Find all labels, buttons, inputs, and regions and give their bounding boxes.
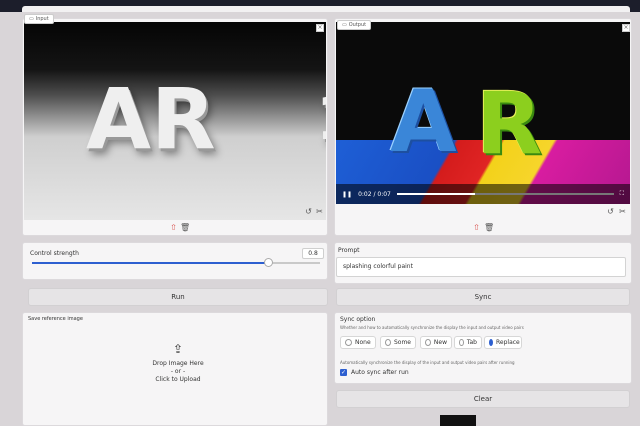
- upload-icon: ⇪: [172, 342, 184, 356]
- video-controls: ❚❚ 0:02 / 0:07 ⛶: [336, 184, 630, 204]
- page-top-edge: [22, 6, 630, 12]
- reference-label: Save reference image: [28, 316, 83, 322]
- auto-sync-description: Automatically synchronize the display of…: [340, 360, 515, 365]
- radio-label: Some: [393, 339, 411, 346]
- bottom-dark-element: [440, 415, 476, 426]
- fullscreen-icon[interactable]: ⛶: [620, 190, 624, 198]
- radio-label: Replace: [496, 339, 520, 346]
- drop-text: Drop Image Here: [152, 360, 204, 367]
- output-letter-r: R: [476, 74, 543, 174]
- radio-dot: [385, 339, 391, 346]
- control-strength-label: Control strength: [30, 250, 79, 257]
- crop-icon[interactable]: ✂: [618, 207, 627, 216]
- upload-icon[interactable]: ⇧: [169, 223, 178, 232]
- sync-button[interactable]: Sync: [336, 288, 630, 306]
- radio-new[interactable]: New: [420, 336, 452, 349]
- click-upload-text: Click to Upload: [155, 376, 201, 383]
- control-strength-slider[interactable]: [32, 258, 320, 267]
- radio-label: None: [355, 339, 371, 346]
- image-drop-zone[interactable]: ⇪ Drop Image Here - or - Click to Upload: [30, 334, 326, 414]
- video-time: 0:02 / 0:07: [358, 190, 391, 198]
- slider-fill: [32, 262, 269, 264]
- output-letter-a: A: [390, 72, 457, 172]
- sync-option-description: Whether and how to automatically synchro…: [340, 325, 524, 330]
- radio-label: Tab: [466, 339, 477, 346]
- radio-dot: [425, 339, 431, 346]
- output-label-text: Output: [348, 22, 367, 28]
- pause-icon[interactable]: ❚❚: [342, 191, 352, 198]
- radio-some[interactable]: Some: [380, 336, 416, 349]
- radio-none[interactable]: None: [340, 336, 376, 349]
- radio-dot: [459, 339, 464, 346]
- crop-icon[interactable]: ✂: [315, 207, 324, 216]
- output-video[interactable]: A R ❚❚ 0:02 / 0:07 ⛶: [336, 22, 630, 204]
- radio-replace[interactable]: Replace: [484, 336, 522, 349]
- trash-icon[interactable]: 🗑: [180, 223, 190, 232]
- sync-option-title: Sync option: [340, 316, 376, 323]
- input-label-text: Input: [35, 16, 49, 22]
- radio-tab[interactable]: Tab: [454, 336, 482, 349]
- control-panel: [22, 242, 328, 280]
- image-icon: ▭: [29, 16, 34, 22]
- browser-top-bar: [0, 0, 640, 12]
- input-image-text-partial: 1: [316, 84, 326, 154]
- upload-icon[interactable]: ⇧: [472, 223, 481, 232]
- prompt-label: Prompt: [338, 247, 360, 254]
- clear-button[interactable]: Clear: [336, 390, 630, 408]
- output-label: ▭ Output: [337, 20, 372, 30]
- radio-dot-selected: [489, 339, 493, 346]
- drop-or-text: - or -: [170, 368, 186, 375]
- radio-dot: [345, 339, 352, 346]
- auto-sync-label: Auto sync after run: [351, 369, 409, 376]
- input-label: ▭ Input: [24, 14, 54, 24]
- video-progress-fill: [396, 193, 475, 195]
- input-image[interactable]: AR 1: [24, 22, 326, 220]
- control-strength-input[interactable]: 0.8: [302, 248, 324, 259]
- image-icon: ▭: [342, 22, 347, 28]
- input-image-text: AR: [86, 70, 216, 168]
- radio-label: New: [433, 339, 447, 346]
- output-clear-icon[interactable]: ×: [622, 24, 630, 32]
- trash-icon[interactable]: 🗑: [484, 223, 494, 232]
- auto-sync-checkbox[interactable]: ✓: [340, 369, 347, 376]
- undo-icon[interactable]: ↺: [606, 207, 615, 216]
- run-button[interactable]: Run: [28, 288, 328, 306]
- input-clear-icon[interactable]: ×: [316, 24, 324, 32]
- prompt-input[interactable]: splashing colorful paint: [336, 257, 626, 277]
- undo-icon[interactable]: ↺: [304, 207, 313, 216]
- video-progress-bar[interactable]: [396, 193, 614, 195]
